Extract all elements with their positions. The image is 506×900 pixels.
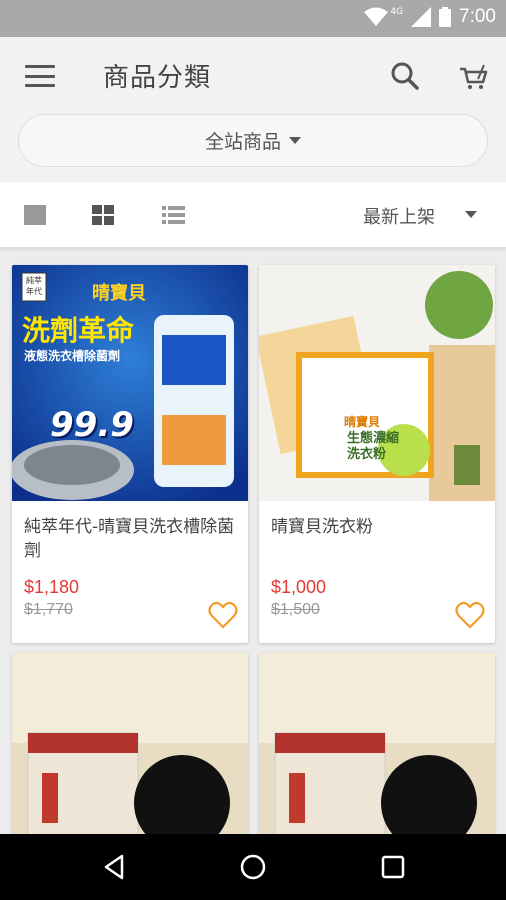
product-image-brand: 晴寶貝: [92, 283, 146, 304]
product-info: 晴寶貝洗衣粉 $1,000 $1,500: [259, 501, 495, 643]
search-icon[interactable]: [388, 59, 422, 93]
product-image-number: 99.9: [50, 405, 134, 445]
grid-view-icon[interactable]: [90, 202, 118, 228]
product-image-brand: 晴寶貝: [344, 415, 381, 429]
product-card[interactable]: [12, 653, 248, 834]
back-icon[interactable]: [100, 852, 130, 882]
signal-icon: [411, 7, 432, 27]
sort-dropdown-label[interactable]: 最新上架: [363, 203, 435, 229]
product-grid: 純萃年代 晴寶貝 洗劑革命 液態洗衣槽除菌劑 99.9 純萃年代-晴寶貝洗衣槽除…: [0, 250, 506, 834]
status-bar: 4G 7:00: [0, 0, 506, 37]
status-time: 7:00: [459, 6, 496, 27]
home-icon[interactable]: [238, 852, 268, 882]
product-image[interactable]: 純萃年代 晴寶貝 洗劑革命 液態洗衣槽除菌劑 99.9: [12, 265, 248, 501]
cart-icon[interactable]: [456, 59, 490, 93]
product-info: 純萃年代-晴寶貝洗衣槽除菌劑 $1,180 $1,770: [12, 501, 248, 643]
product-original-price: $1,500: [271, 601, 320, 618]
category-filter-dropdown[interactable]: 全站商品: [18, 114, 488, 167]
product-card[interactable]: 純萃年代 晴寶貝 洗劑革命 液態洗衣槽除菌劑 99.9 純萃年代-晴寶貝洗衣槽除…: [12, 265, 248, 643]
product-image-subtitle: 液態洗衣槽除菌劑: [24, 349, 121, 363]
wifi-icon: [364, 7, 389, 26]
recents-icon[interactable]: [378, 852, 408, 882]
category-filter-label: 全站商品: [204, 131, 281, 153]
product-price: $1,180: [24, 577, 80, 597]
menu-icon[interactable]: [22, 61, 58, 91]
heart-icon[interactable]: [208, 601, 238, 629]
product-image[interactable]: 晴寶貝 生態濃縮洗衣粉: [259, 265, 495, 501]
product-original-price: $1,770: [24, 601, 73, 618]
list-view-icon[interactable]: [160, 202, 188, 228]
system-nav-bar: [0, 834, 506, 900]
product-image[interactable]: [12, 653, 248, 834]
product-image[interactable]: [259, 653, 495, 834]
product-image-logo: 純萃年代: [26, 276, 42, 296]
single-view-icon[interactable]: [22, 202, 50, 228]
view-toolbar: 最新上架: [0, 182, 506, 248]
product-title[interactable]: 純萃年代-晴寶貝洗衣槽除菌劑: [24, 515, 236, 565]
product-card[interactable]: [259, 653, 495, 834]
app-bar: 商品分類 全站商品: [0, 37, 506, 182]
chevron-down-icon: [289, 137, 301, 144]
product-title[interactable]: 晴寶貝洗衣粉: [271, 515, 483, 565]
page-title: 商品分類: [103, 63, 212, 93]
battery-icon: [439, 7, 452, 27]
product-image-box-text: 生態濃縮洗衣粉: [347, 431, 400, 462]
product-price: $1,000: [271, 577, 327, 597]
heart-icon[interactable]: [455, 601, 485, 629]
network-type: 4G: [390, 7, 404, 17]
product-card[interactable]: 晴寶貝 生態濃縮洗衣粉 晴寶貝洗衣粉 $1,000 $1,500: [259, 265, 495, 643]
sort-chevron-down-icon[interactable]: [465, 211, 477, 218]
product-image-headline: 洗劑革命: [22, 314, 135, 347]
